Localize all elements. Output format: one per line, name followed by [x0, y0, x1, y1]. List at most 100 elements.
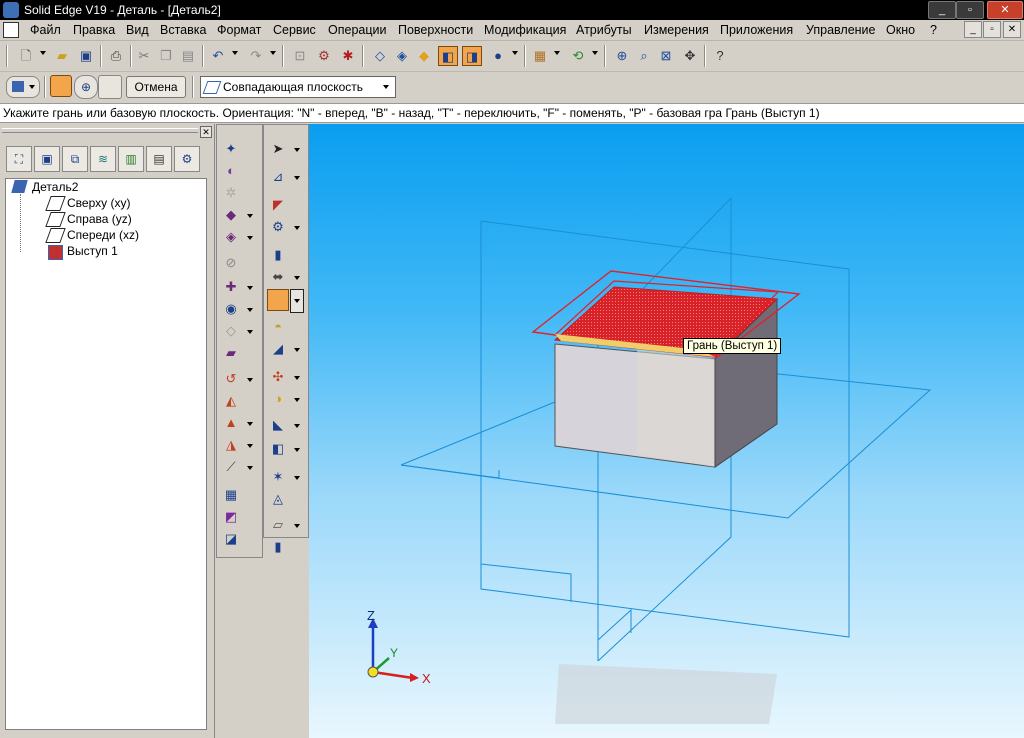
sketch-tool-icon[interactable]: ⊿ [270, 169, 286, 185]
shaded-edges-icon[interactable]: ◧ [438, 46, 458, 66]
project-curve-tool-icon[interactable]: ◣ [270, 417, 286, 433]
render-sphere-icon[interactable]: ● [488, 46, 508, 66]
rib-tool-icon[interactable]: ✚ [223, 279, 239, 295]
new-file-icon[interactable]: 🗋 [16, 46, 36, 66]
thin-wall-tool-icon[interactable]: ↺ [223, 371, 239, 387]
keypoint-curve-tool-icon[interactable]: ◢ [270, 341, 286, 357]
solid-edge-app-icon[interactable] [3, 2, 19, 18]
wireframe-view-icon[interactable]: ◇ [370, 46, 390, 66]
menu-applications[interactable]: Приложения [720, 23, 793, 37]
paste-icon[interactable]: ▤ [178, 46, 198, 66]
coincident-plane-dropdown[interactable] [290, 289, 304, 313]
tree-item-top-plane[interactable]: Сверху (xy) [67, 196, 130, 210]
tree-root-part[interactable]: Деталь2 [32, 180, 78, 194]
menu-help[interactable]: ? [930, 23, 937, 37]
doc-minimize-button[interactable]: _ [964, 21, 982, 38]
engineering-reference-tab-icon[interactable]: ⚙ [174, 146, 200, 172]
lip-tool-icon[interactable]: ▲ [223, 415, 239, 431]
revolved-cutout-tool-icon[interactable]: ◈ [223, 229, 239, 245]
curve-tool-icon[interactable]: ◓ [270, 319, 286, 335]
menu-measure[interactable]: Измерения [644, 23, 709, 37]
profile-step-icon[interactable]: ⊕ [74, 75, 98, 99]
round-tool-icon[interactable]: ◉ [223, 301, 239, 317]
maximize-button[interactable]: ▫ [956, 1, 984, 19]
step-list-button[interactable] [6, 76, 40, 98]
cut-icon[interactable]: ✂ [134, 46, 154, 66]
sensors-tab-icon[interactable]: ▥ [118, 146, 144, 172]
doc-restore-button[interactable]: ▫ [983, 21, 1001, 38]
intersection-tool-icon[interactable]: ⬌ [270, 269, 286, 285]
menu-tools[interactable]: Сервис [273, 23, 316, 37]
chamfer-tool-icon[interactable]: ◇ [223, 323, 239, 339]
minimize-button[interactable]: _ [928, 1, 956, 19]
layers-tab-icon[interactable]: ≋ [90, 146, 116, 172]
mirror-tool-icon[interactable]: ◩ [223, 509, 239, 525]
copy-part-tool-icon[interactable]: ◪ [223, 531, 239, 547]
feature-pathfinder-tab-icon[interactable]: ⛶ [6, 146, 32, 172]
3d-viewport[interactable]: Z Y X [309, 124, 1024, 738]
save-icon[interactable]: ▣ [76, 46, 96, 66]
zoom-area-icon[interactable]: ⊕ [612, 46, 632, 66]
cutout-tool-icon[interactable]: ◆ [223, 207, 239, 223]
menu-window[interactable]: Окно [886, 23, 915, 37]
hyperlink-icon[interactable]: ✱ [338, 46, 358, 66]
undo-dropdown[interactable] [232, 51, 238, 55]
pan-icon[interactable]: ✥ [680, 46, 700, 66]
menu-edit[interactable]: Правка [73, 23, 115, 37]
select-arrow-icon[interactable]: ➤ [270, 141, 286, 157]
feature-library-tab-icon[interactable]: ▣ [34, 146, 60, 172]
menu-format[interactable]: Формат [217, 23, 261, 37]
cancel-button[interactable]: Отмена [126, 76, 186, 98]
split-curve-tool-icon[interactable]: ◑ [270, 391, 286, 407]
tree-item-right-plane[interactable]: Справа (yz) [67, 212, 132, 226]
point-tool-icon[interactable]: ◬ [270, 491, 286, 507]
menu-view[interactable]: Вид [126, 23, 149, 37]
print-icon[interactable]: ⎙ [106, 46, 126, 66]
doc-close-button[interactable]: ✕ [1003, 21, 1021, 38]
revolved-protrusion-tool-icon[interactable]: ◐ [223, 163, 239, 179]
menu-attributes[interactable]: Атрибуты [576, 23, 632, 37]
select-face-step-button[interactable] [50, 75, 72, 97]
coincident-plane-tool-button[interactable] [267, 289, 289, 311]
visible-edges-icon[interactable]: ◨ [462, 46, 482, 66]
redo-icon[interactable]: ↷ [246, 46, 266, 66]
plane-method-select[interactable]: Совпадающая плоскость [200, 76, 396, 98]
menu-file[interactable]: Файл [30, 23, 61, 37]
close-button[interactable]: ✕ [987, 1, 1023, 19]
panel-close-icon[interactable]: ✕ [200, 126, 212, 138]
whats-this-help-icon[interactable]: ? [710, 46, 730, 66]
view-orientation-icon[interactable]: ▦ [530, 46, 550, 66]
pattern-tool-icon[interactable]: ▦ [223, 487, 239, 503]
view-orientation-dropdown[interactable] [554, 51, 560, 55]
rotate-dropdown[interactable] [592, 51, 598, 55]
redo-dropdown[interactable] [270, 51, 276, 55]
draft-tool-icon[interactable]: ▰ [223, 345, 239, 361]
panel-grip[interactable] [2, 128, 198, 133]
split-part-tool-icon[interactable]: ▮ [270, 539, 286, 555]
insert-object-icon[interactable]: ⊡ [290, 46, 310, 66]
menu-operations[interactable]: Операции [328, 23, 386, 37]
shaded-icon[interactable]: ◆ [414, 46, 434, 66]
fit-icon[interactable]: ⊠ [656, 46, 676, 66]
new-dropdown[interactable] [40, 51, 46, 55]
wrap-sketch-tool-icon[interactable]: ◧ [270, 441, 286, 457]
protrusion-tool-icon[interactable]: ✦ [223, 141, 239, 157]
properties-icon[interactable]: ⚙ [314, 46, 334, 66]
menu-manage[interactable]: Управление [806, 23, 876, 37]
extent-step-icon[interactable] [98, 75, 122, 99]
shell-tool-icon[interactable]: ◭ [223, 393, 239, 409]
menu-insert[interactable]: Вставка [160, 23, 206, 37]
model-canvas[interactable]: Z Y X [309, 124, 1024, 738]
cross-section-tool-icon[interactable]: ✶ [270, 469, 286, 485]
copy-icon[interactable]: ❐ [156, 46, 176, 66]
tree-item-protrusion[interactable]: Выступ 1 [67, 244, 118, 258]
document-icon[interactable] [3, 22, 19, 38]
open-folder-icon[interactable]: ▰ [52, 46, 72, 66]
axis-tool-icon[interactable]: ⚙ [270, 219, 286, 235]
family-parts-tab-icon[interactable]: ⧉ [62, 146, 88, 172]
plane-tool-icon[interactable]: ◤ [270, 197, 286, 213]
hole-tool-icon[interactable]: ⊘ [223, 255, 239, 271]
feature-playback-tab-icon[interactable]: ▤ [146, 146, 172, 172]
menu-surfaces[interactable]: Поверхности [398, 23, 473, 37]
hidden-edges-icon[interactable]: ◈ [392, 46, 412, 66]
